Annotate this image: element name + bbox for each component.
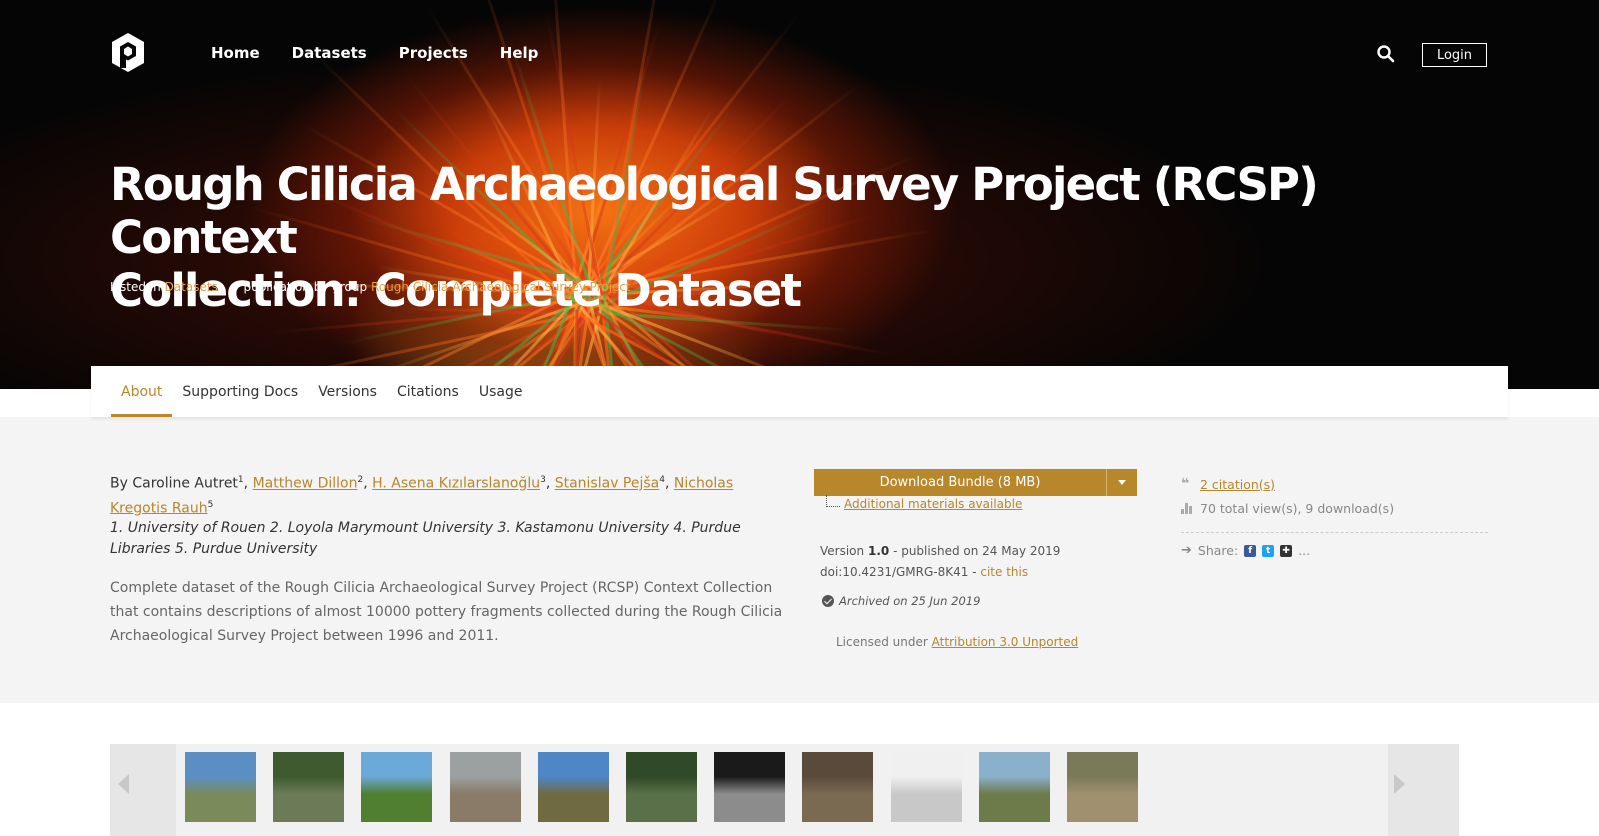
login-button[interactable]: Login — [1422, 43, 1487, 67]
divider — [1181, 532, 1488, 533]
cite-this-link[interactable]: cite this — [980, 565, 1028, 579]
views-count: 70 total view(s), 9 download(s) — [1200, 500, 1395, 516]
check-circle-icon — [822, 595, 834, 607]
abstract: Complete dataset of the Rough Cilicia Ar… — [110, 580, 783, 644]
thumbnail-image[interactable] — [891, 752, 962, 822]
doi: doi:10.4231/GMRG-8K41 - — [820, 565, 977, 579]
tab-about[interactable]: About — [111, 366, 173, 417]
download-dropdown-button[interactable] — [1106, 469, 1137, 496]
tab-supporting-docs[interactable]: Supporting Docs — [172, 366, 308, 417]
image-carousel — [110, 744, 1459, 836]
nav-help[interactable]: Help — [500, 44, 539, 62]
tree-connector-icon — [826, 495, 840, 507]
thumbnail-image[interactable] — [979, 752, 1050, 822]
tab-bar: About Supporting Docs Versions Citations… — [91, 366, 1508, 417]
thumbnail-image[interactable] — [538, 752, 609, 822]
nav-home[interactable]: Home — [211, 44, 260, 62]
thumbnail-image[interactable] — [802, 752, 873, 822]
thumbnail-image[interactable] — [185, 752, 256, 822]
carousel-next-icon[interactable] — [1394, 774, 1405, 794]
author-link[interactable]: H. Asena Kızılarslanoğlu — [372, 476, 540, 492]
chevron-down-icon — [1118, 480, 1126, 485]
author-name: Caroline Autret — [132, 475, 238, 492]
author-link[interactable]: Stanislav Pejša — [555, 476, 660, 492]
additional-materials: Additional materials available — [826, 495, 1022, 511]
delicious-icon[interactable]: ✚ — [1280, 544, 1293, 557]
carousel-strip — [176, 744, 1388, 836]
nav-datasets[interactable]: Datasets — [292, 44, 367, 62]
about-section — [0, 417, 1599, 703]
quote-icon: ❝ — [1181, 476, 1190, 492]
stats-panel: ❝ 2 citation(s) 70 total view(s), 9 down… — [1181, 472, 1488, 558]
download-group: Download Bundle (8 MB) — [814, 469, 1137, 496]
hero-banner: Home Datasets Projects Help Login Rough … — [0, 0, 1599, 389]
affiliations: 1. University of Rouen 2. Loyola Marymou… — [110, 520, 741, 557]
tab-citations[interactable]: Citations — [387, 366, 469, 417]
thumbnail-image[interactable] — [273, 752, 344, 822]
bar-chart-icon — [1181, 502, 1193, 514]
author-list: By Caroline Autret1, Matthew Dillon2, H.… — [110, 475, 734, 517]
share-row: ➔ Share: f t ✚ ... — [1181, 543, 1311, 558]
author-link[interactable]: Matthew Dillon — [253, 476, 358, 492]
group-link[interactable]: Rough Cilicia Archaeological Survey Proj… — [371, 280, 631, 294]
nav-projects[interactable]: Projects — [399, 44, 468, 62]
main-nav: Home Datasets Projects Help — [211, 44, 538, 62]
thumbnail-image[interactable] — [361, 752, 432, 822]
twitter-icon[interactable]: t — [1262, 544, 1275, 557]
share-arrow-icon: ➔ — [1181, 543, 1192, 558]
version-number: 1.0 — [867, 544, 890, 558]
citations-link[interactable]: 2 citation(s) — [1200, 477, 1275, 492]
facebook-icon[interactable]: f — [1244, 544, 1257, 557]
thumbnail-image[interactable] — [450, 752, 521, 822]
carousel-prev-icon[interactable] — [118, 774, 129, 794]
datasets-link[interactable]: Datasets — [165, 280, 218, 294]
license-info: Licensed under Attribution 3.0 Unported — [836, 635, 1079, 649]
listing-info: Listed in Datasets publication by group … — [110, 280, 631, 294]
site-logo-icon[interactable] — [110, 32, 146, 74]
tab-usage[interactable]: Usage — [469, 366, 533, 417]
download-bundle-button[interactable]: Download Bundle (8 MB) — [814, 469, 1106, 496]
thumbnail-image[interactable] — [1067, 752, 1138, 822]
version-info: Version 1.0 - published on 24 May 2019 d… — [820, 544, 1061, 579]
tab-versions[interactable]: Versions — [308, 366, 387, 417]
license-link[interactable]: Attribution 3.0 Unported — [932, 635, 1079, 649]
thumbnail-image[interactable] — [714, 752, 785, 822]
thumbnail-image[interactable] — [626, 752, 697, 822]
archived-status: Archived on 25 Jun 2019 — [822, 594, 980, 608]
additional-materials-link[interactable]: Additional materials available — [844, 497, 1022, 511]
search-icon[interactable] — [1376, 44, 1396, 64]
